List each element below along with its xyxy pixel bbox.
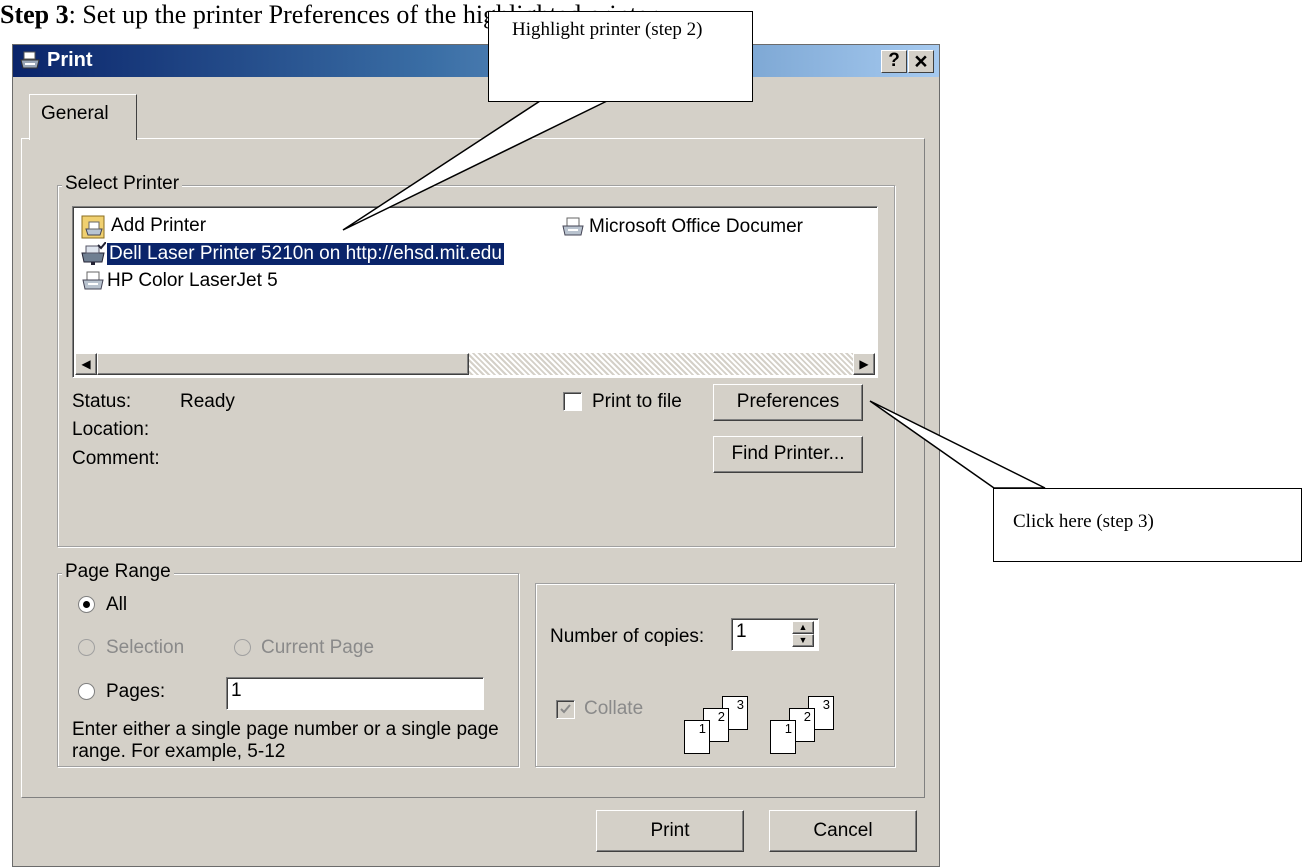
step2-pointer — [342, 100, 608, 231]
tab-general[interactable]: General — [29, 94, 137, 140]
step2-callout-text: Highlight printer (step 2) — [512, 19, 703, 40]
step3-callout: Click here (step 3) — [993, 488, 1302, 562]
step2-callout: Highlight printer (step 2) — [488, 11, 753, 102]
step3-callout-text: Click here (step 3) — [1013, 511, 1154, 532]
callout-pointers — [342, 100, 1046, 489]
step3-pointer — [869, 400, 1046, 489]
